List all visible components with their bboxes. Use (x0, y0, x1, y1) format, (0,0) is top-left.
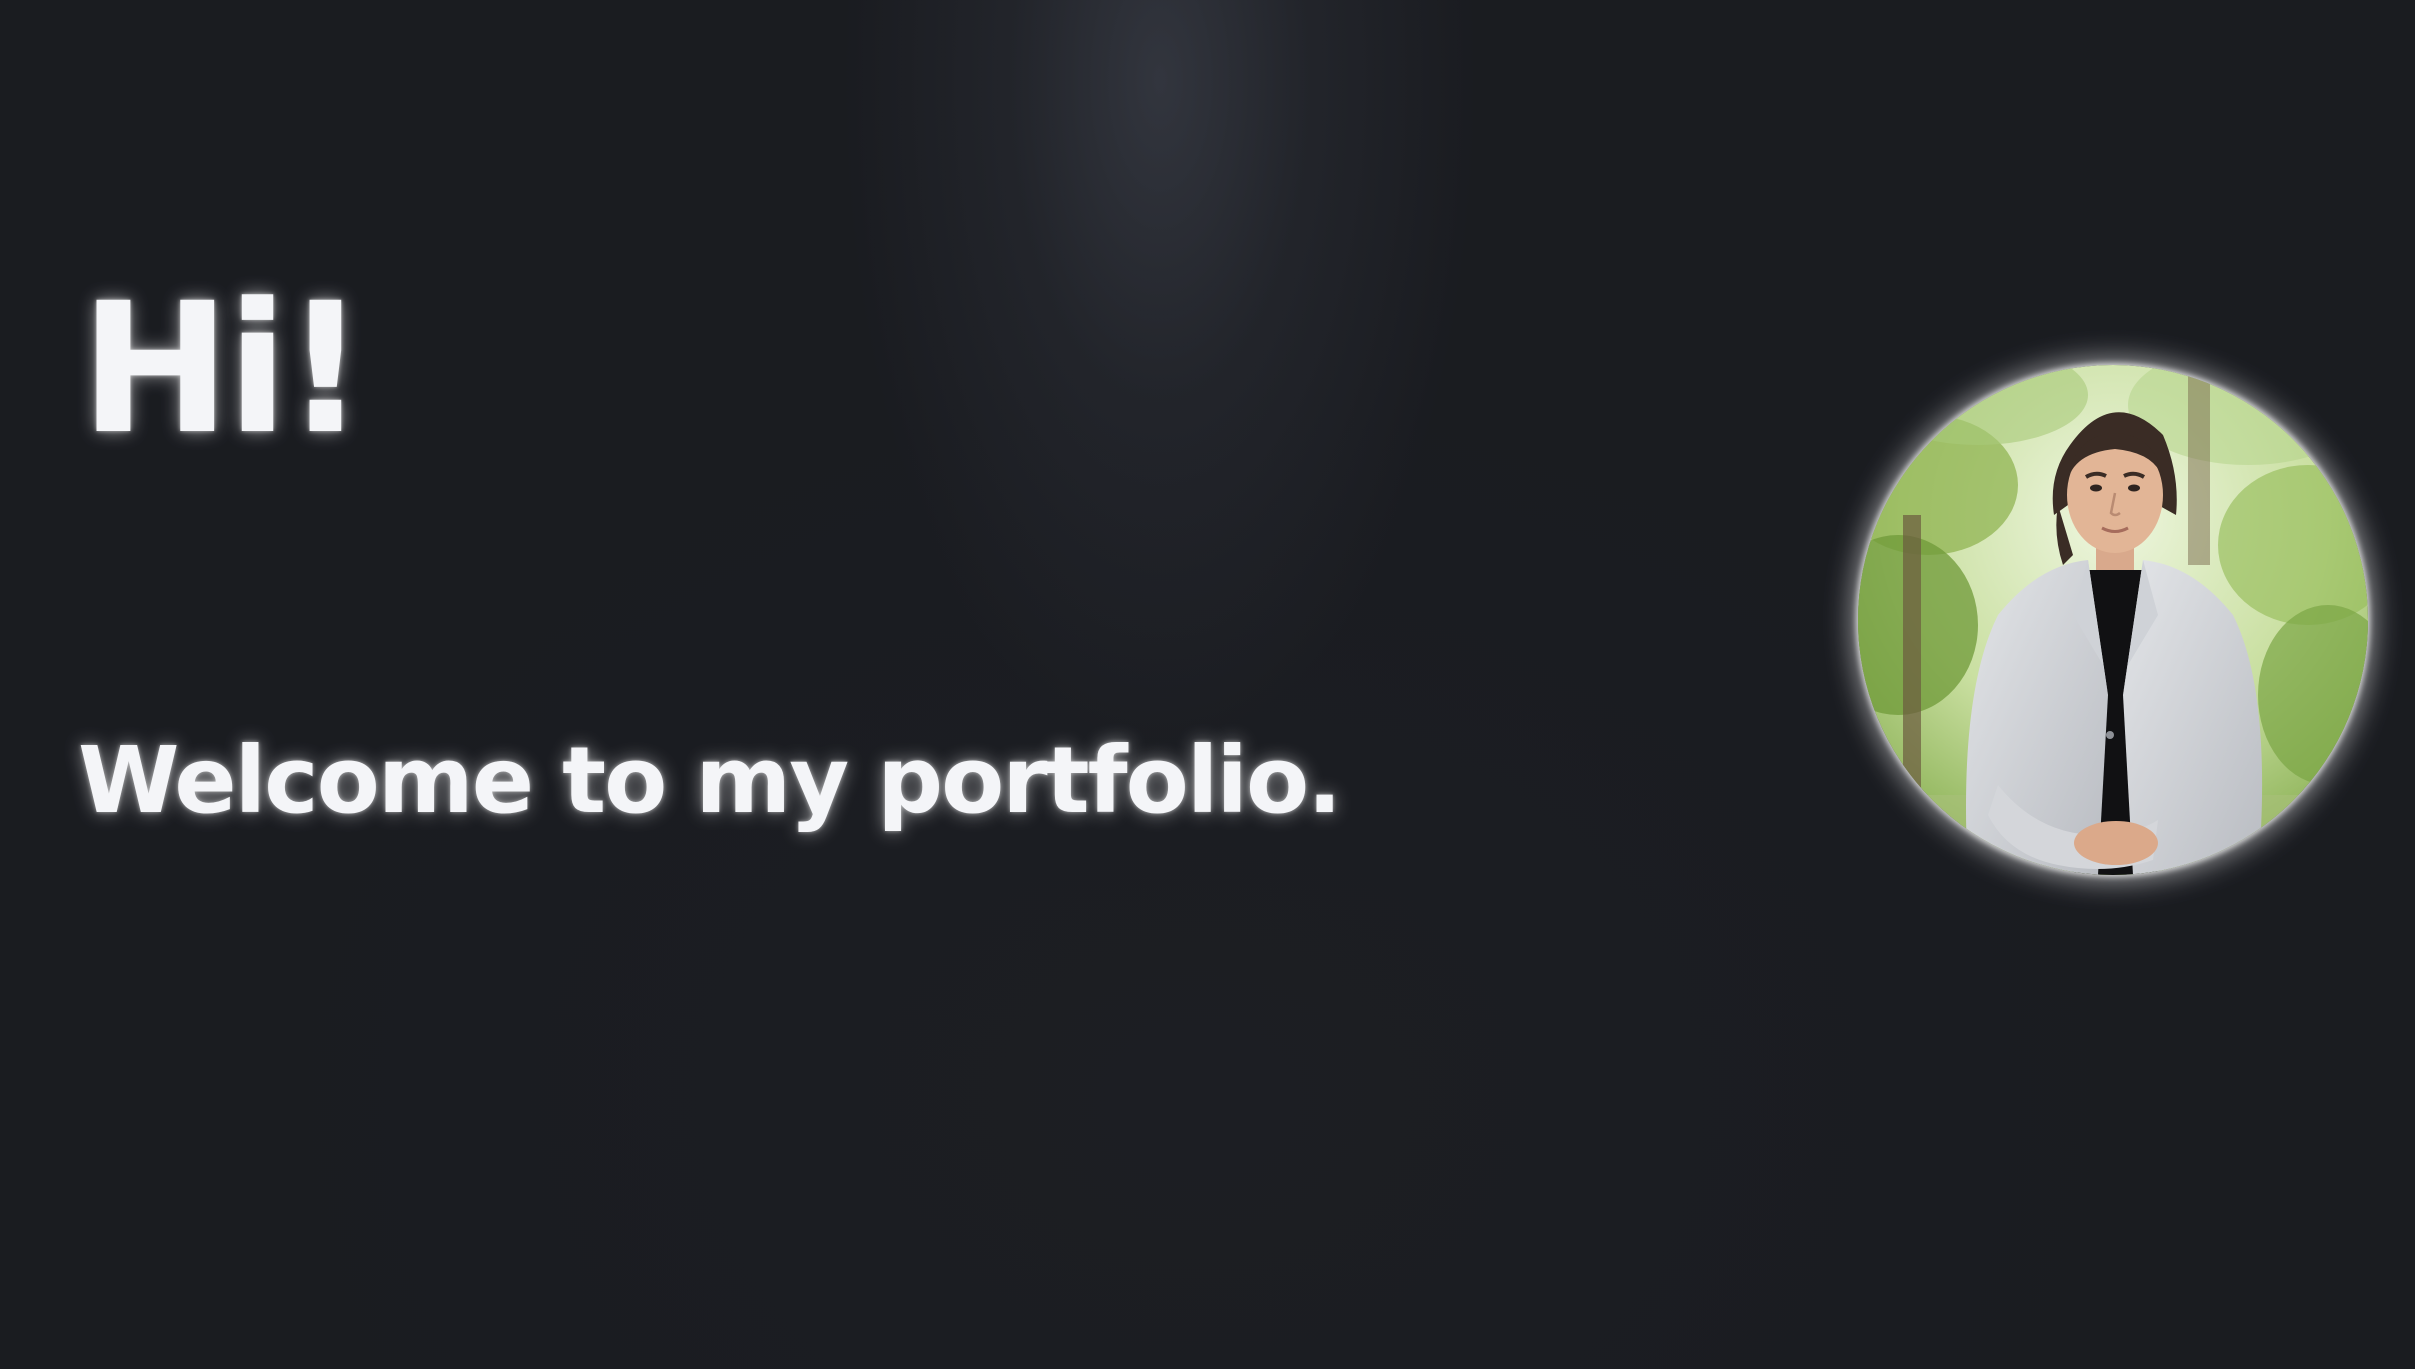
hero-greeting: Hi! (80, 265, 366, 474)
profile-photo (1858, 365, 2368, 875)
hero-subtitle: Welcome to my portfolio. (78, 727, 1342, 834)
profile-photo-illustration (1858, 365, 2368, 875)
